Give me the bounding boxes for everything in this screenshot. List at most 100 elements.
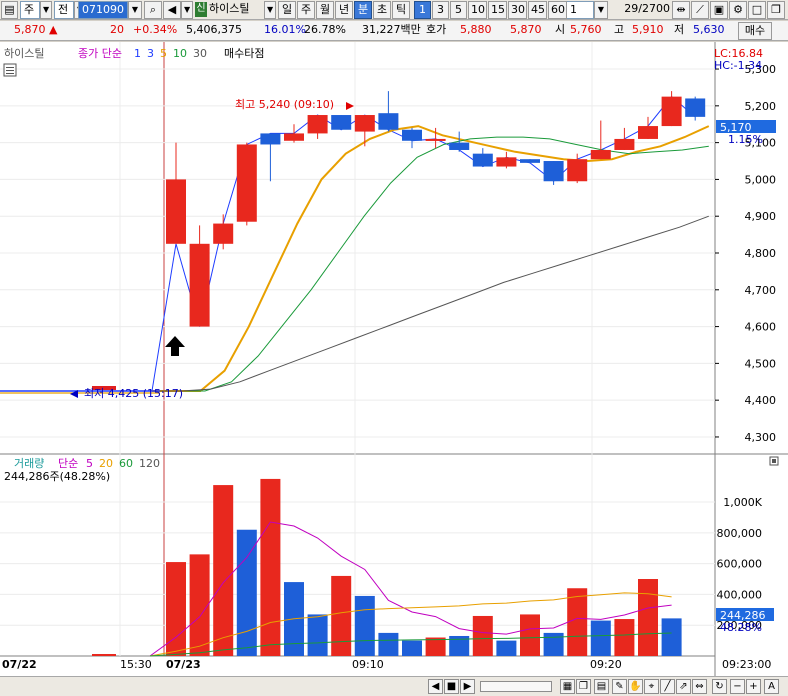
stop-icon[interactable]: ■ xyxy=(444,679,459,694)
period-button-3[interactable]: 년 xyxy=(335,1,353,19)
legend-ma-period: 5 xyxy=(160,47,167,60)
zoom-slider[interactable] xyxy=(480,681,552,692)
scroll-first-icon[interactable]: ◀ xyxy=(428,679,443,694)
volume-tick-label: 1,000K xyxy=(723,496,762,509)
market-select[interactable]: 주 xyxy=(20,1,40,19)
trend-icon[interactable]: ⇗ xyxy=(676,679,691,694)
volume-bar xyxy=(472,615,493,656)
candle-body xyxy=(378,113,399,130)
period-button-5[interactable]: 초 xyxy=(373,1,391,19)
price-tick-label: 4,300 xyxy=(745,431,777,444)
stock-name-dropdown-icon[interactable]: ▼ xyxy=(264,1,276,19)
volume-bar xyxy=(543,632,564,656)
period-button-2[interactable]: 월 xyxy=(316,1,334,19)
candle-body xyxy=(425,138,446,141)
buy-button[interactable]: 매수 xyxy=(738,22,772,40)
speaker-dropdown-icon[interactable]: ▼ xyxy=(181,1,193,19)
interval-button-5[interactable]: 30 xyxy=(508,1,527,19)
period-button-1[interactable]: 주 xyxy=(297,1,315,19)
period-button-0[interactable]: 일 xyxy=(278,1,296,19)
volume-bar xyxy=(425,637,446,656)
panel-icon[interactable]: ▤ xyxy=(594,679,609,694)
candle-body xyxy=(260,133,281,145)
price-tick-label: 4,600 xyxy=(745,321,777,334)
settings-icon[interactable]: ⚙ xyxy=(729,1,747,19)
price-value: 5,870 xyxy=(14,23,46,36)
stock-name: 하이스틸 xyxy=(209,2,250,15)
refresh-icon[interactable]: ↻ xyxy=(712,679,727,694)
price-tick-label: 4,400 xyxy=(745,394,777,407)
cursor-icon[interactable]: ⌖ xyxy=(644,679,659,694)
candle-body xyxy=(661,96,682,127)
current-pct: 1.15% xyxy=(728,133,763,146)
volume-bar xyxy=(614,619,635,656)
toolbar: ▤ 주 ▼ 전 ▼ 071090 ▼ ⌕ ◀ ▼ 신 하이스틸 ▼ 1 ▼ 29… xyxy=(0,0,788,20)
high-label: 고 xyxy=(614,23,625,36)
ma-line-30 xyxy=(152,215,709,392)
volume-bar xyxy=(567,588,588,656)
scroll-last-icon[interactable]: ▶ xyxy=(460,679,475,694)
volume-bar xyxy=(236,529,257,656)
candle-body xyxy=(166,179,186,244)
volume-bars xyxy=(92,478,682,656)
volume-legend-name: 거래량 xyxy=(14,457,44,470)
menu-icon[interactable]: ▤ xyxy=(1,1,18,19)
auto-icon[interactable]: A xyxy=(764,679,779,694)
period-button-4[interactable]: 분 xyxy=(354,1,372,19)
interval-button-6[interactable]: 45 xyxy=(528,1,547,19)
stock-code-dropdown-icon[interactable]: ▼ xyxy=(128,1,142,19)
volume-bar xyxy=(260,478,281,656)
chart-area[interactable]: 5,300 5,200 5,100 5,000 4,900 4,800 4,700 4,600… xyxy=(0,42,788,676)
stock-code-input[interactable]: 071090 xyxy=(78,1,128,19)
copy-icon[interactable]: ❐ xyxy=(576,679,591,694)
prev-select[interactable]: 전 xyxy=(54,1,74,19)
save-icon[interactable]: ▣ xyxy=(710,1,728,19)
market-dropdown-icon[interactable]: ▼ xyxy=(40,1,52,19)
candle-body xyxy=(614,138,635,150)
volume-ratio-2: 26.78% xyxy=(304,23,346,36)
scroll-icon[interactable]: ⇔ xyxy=(692,679,707,694)
legend-ma-periods: 1 3 5 10 30 xyxy=(134,47,207,60)
window-icon[interactable]: □ xyxy=(748,1,766,19)
zoom-in-icon[interactable]: + xyxy=(746,679,761,694)
candle-body xyxy=(590,149,611,160)
price-tick-label: 4,700 xyxy=(745,284,777,297)
volume-legend-periods: 5 20 60 120 xyxy=(86,457,160,470)
speaker-icon[interactable]: ◀ xyxy=(163,1,181,19)
bid-label: 호가 xyxy=(426,23,447,36)
zoom-out-icon[interactable]: − xyxy=(730,679,745,694)
period-button-6[interactable]: 틱 xyxy=(392,1,410,19)
interval-button-2[interactable]: 5 xyxy=(450,1,467,19)
chart-tool-icon[interactable]: ⟋ xyxy=(691,1,709,19)
count-input[interactable]: 1 xyxy=(566,1,594,19)
interval-button-3[interactable]: 10 xyxy=(468,1,487,19)
legend-ma-period: 1 xyxy=(134,47,141,60)
new-badge: 신 xyxy=(195,2,207,17)
volume-tick-label: 400,000 xyxy=(717,588,763,601)
draw-icon[interactable]: ✎ xyxy=(612,679,627,694)
interval-button-7[interactable]: 60 xyxy=(548,1,567,19)
count-dropdown-icon[interactable]: ▼ xyxy=(594,1,608,19)
volume-bar xyxy=(402,640,422,656)
xaxis-label-1: 15:30 xyxy=(120,658,152,671)
legend-ma-period: 3 xyxy=(147,47,154,60)
line-icon[interactable]: ╱ xyxy=(660,679,675,694)
volume-tick-label: 800,000 xyxy=(717,527,763,540)
restore-icon[interactable]: ❐ xyxy=(767,1,785,19)
interval-button-4[interactable]: 15 xyxy=(488,1,507,19)
interval-button-0[interactable]: 1 xyxy=(414,1,431,19)
layout-icon[interactable]: ▦ xyxy=(560,679,575,694)
interval-button-1[interactable]: 3 xyxy=(432,1,449,19)
high-value: 5,910 xyxy=(632,23,664,36)
search-icon[interactable]: ⌕ xyxy=(144,1,162,19)
candle-body xyxy=(685,98,706,117)
volume-ratio-1: 16.01% xyxy=(264,23,306,36)
pan-icon[interactable]: ✋ xyxy=(628,679,643,694)
volume-bar xyxy=(520,614,540,656)
price-tick-label: 5,200 xyxy=(745,100,777,113)
expand-icon[interactable]: ⇹ xyxy=(672,1,690,19)
candle-body xyxy=(496,157,517,167)
high-annotation: 최고 5,240 (09:10) xyxy=(235,98,334,111)
volume-value: 5,406,375 xyxy=(186,23,242,36)
bottom-nav-bar: ◀ ■ ▶ ▦ ❐ ▤ ✎ ✋ ⌖ ╱ ⇗ ⇔ ↻ − + A xyxy=(0,676,788,696)
